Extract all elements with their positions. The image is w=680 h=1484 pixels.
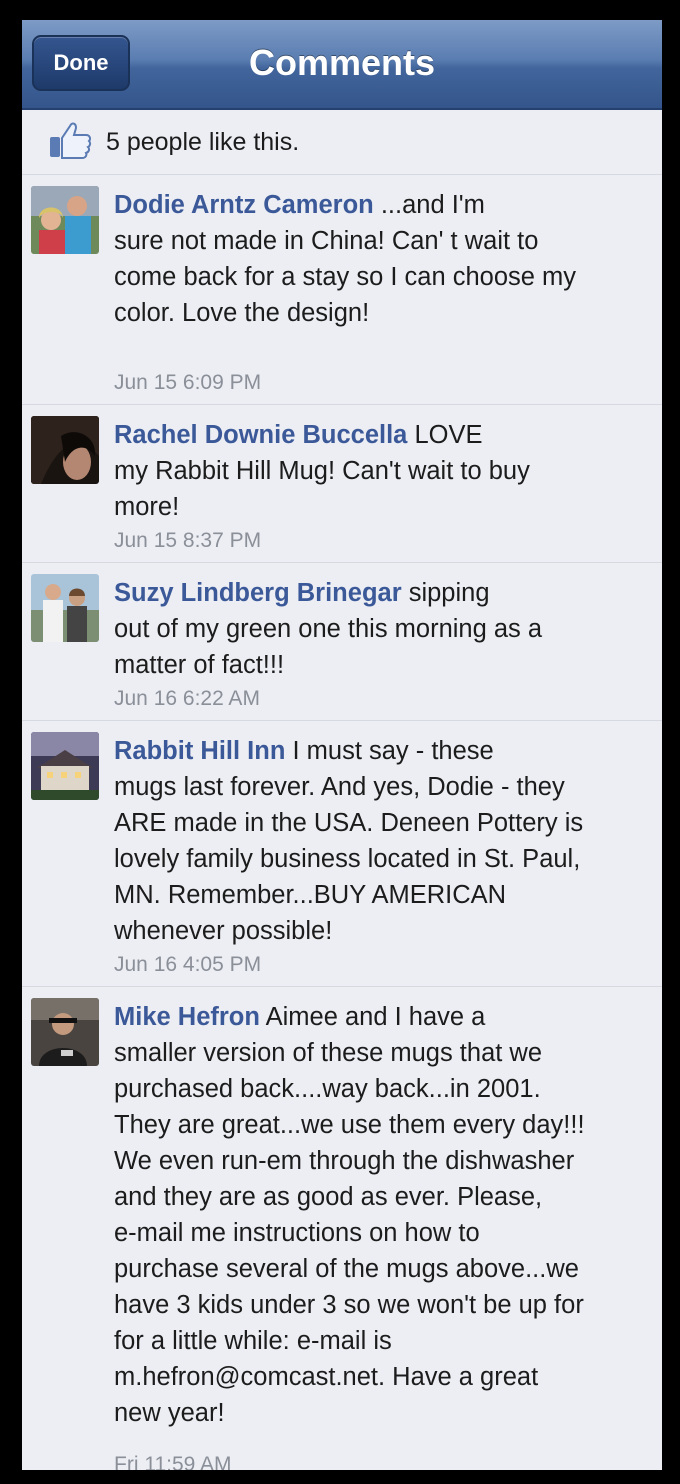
commenter-name[interactable]: Rabbit Hill Inn xyxy=(114,737,285,765)
comment-timestamp: Jun 15 8:37 PM xyxy=(114,529,262,552)
comment-item: Mike Hefron Aimee and I have a smaller v… xyxy=(22,987,662,1470)
commenter-name[interactable]: Suzy Lindberg Brinegar xyxy=(114,579,402,607)
avatar[interactable] xyxy=(31,186,99,254)
likes-row[interactable]: 5 people like this. xyxy=(22,110,662,175)
comment-timestamp: Jun 16 6:22 AM xyxy=(114,687,260,710)
comment-text: Rachel Downie Buccella LOVE my Rabbit Hi… xyxy=(114,421,530,521)
comment-item: Dodie Arntz Cameron ...and I'm sure not … xyxy=(22,175,662,405)
avatar[interactable] xyxy=(31,416,99,484)
comment-item: Rachel Downie Buccella LOVE my Rabbit Hi… xyxy=(22,405,662,563)
comment-item: Rabbit Hill Inn I must say - these mugs … xyxy=(22,721,662,987)
comment-text: Rabbit Hill Inn I must say - these mugs … xyxy=(114,737,584,945)
avatar[interactable] xyxy=(31,998,99,1066)
comment-timestamp: Jun 15 6:09 PM xyxy=(114,371,262,394)
likes-count-text: 5 people like this. xyxy=(106,128,300,156)
comments-screen: Done Comments 5 people like this. Dodie … xyxy=(22,20,662,1470)
avatar[interactable] xyxy=(31,574,99,642)
commenter-name[interactable]: Mike Hefron xyxy=(114,1003,260,1031)
avatar[interactable] xyxy=(31,732,99,800)
comment-timestamp: Fri 11:59 AM xyxy=(114,1453,232,1470)
thumbs-up-icon xyxy=(50,122,92,159)
navigation-bar: Done Comments xyxy=(22,20,662,110)
comment-item: Suzy Lindberg Brinegar sipping out of my… xyxy=(22,563,662,721)
page-title: Comments xyxy=(248,42,436,83)
comment-text: Mike Hefron Aimee and I have a smaller v… xyxy=(114,1003,585,1427)
comment-text: Suzy Lindberg Brinegar sipping out of my… xyxy=(114,579,543,679)
comment-timestamp: Jun 16 4:05 PM xyxy=(114,953,262,976)
comment-text: Dodie Arntz Cameron ...and I'm sure not … xyxy=(114,191,577,327)
commenter-name[interactable]: Rachel Downie Buccella xyxy=(114,421,407,449)
commenter-name[interactable]: Dodie Arntz Cameron xyxy=(114,191,374,219)
